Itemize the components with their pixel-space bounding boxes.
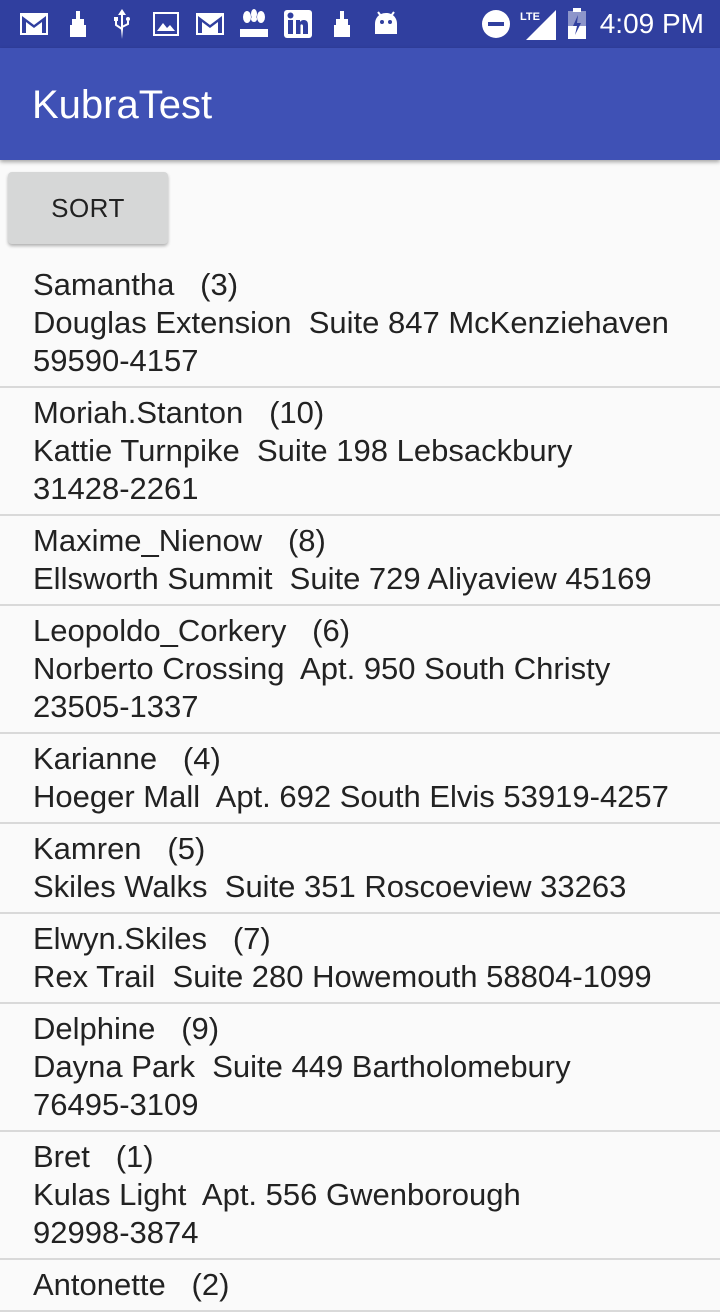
item-name: Antonette (2) [33, 1267, 230, 1302]
do-not-disturb-icon [480, 8, 512, 40]
item-zip: 59590-4157 [33, 343, 199, 378]
item-zip: 76495-3109 [33, 1087, 199, 1122]
list-item[interactable]: Leopoldo_Corkery (6) Norberto Crossing Ap… [0, 606, 720, 734]
item-name: Samantha (3) [33, 267, 239, 302]
item-address: Hoeger Mall Apt. 692 South Elvis 53919-4… [33, 779, 669, 814]
list-item[interactable]: Moriah.Stanton (10) Kattie Turnpike Suite… [0, 388, 720, 516]
item-zip: 31428-2261 [33, 471, 199, 506]
list-item[interactable]: Kamren (5) Skiles Walks Suite 351 Roscoev… [0, 824, 720, 914]
item-address: Kattie Turnpike Suite 198 Lebsackbury [33, 433, 573, 468]
item-address: Dayna Park Suite 449 Bartholomebury [33, 1049, 571, 1084]
item-name: Maxime_Nienow (8) [33, 523, 326, 558]
cleaner-icon [326, 8, 358, 40]
item-name: Leopoldo_Corkery (6) [33, 613, 351, 648]
system-icons: LTE 4:09 PM [480, 8, 704, 40]
item-name: Elwyn.Skiles (7) [33, 921, 271, 956]
battery-icon [566, 8, 588, 40]
nbc-news-icon [238, 8, 270, 40]
cleaner-icon [62, 8, 94, 40]
usb-icon [106, 8, 138, 40]
gmail-icon [194, 8, 226, 40]
item-name: Karianne (4) [33, 741, 221, 776]
linkedin-icon [282, 8, 314, 40]
sort-button[interactable]: SORT [8, 172, 168, 244]
item-zip: 23505-1337 [33, 689, 199, 724]
android-icon [370, 8, 402, 40]
clock: 4:09 PM [599, 8, 704, 39]
user-list[interactable]: Samantha (3) Douglas Extension Suite 847 … [0, 260, 720, 1312]
item-address: Skiles Walks Suite 351 Roscoeview 33263 [33, 869, 627, 904]
list-item[interactable]: Delphine (9) Dayna Park Suite 449 Barthol… [0, 1004, 720, 1132]
list-item[interactable]: Bret (1) Kulas Light Apt. 556 Gwenborough… [0, 1132, 720, 1260]
item-name: Moriah.Stanton (10) [33, 395, 325, 430]
list-item[interactable]: Maxime_Nienow (8) Ellsworth Summit Suite … [0, 516, 720, 606]
item-address: Douglas Extension Suite 847 McKenziehave… [33, 305, 669, 340]
gmail-icon [18, 8, 50, 40]
app-title: KubraTest [32, 83, 213, 127]
status-bar: LTE 4:09 PM [0, 0, 720, 48]
list-item[interactable]: Karianne (4) Hoeger Mall Apt. 692 South E… [0, 734, 720, 824]
list-item[interactable]: Elwyn.Skiles (7) Rex Trail Suite 280 Howe… [0, 914, 720, 1004]
notification-icons [18, 8, 414, 40]
item-name: Delphine (9) [33, 1011, 220, 1046]
item-name: Kamren (5) [33, 831, 206, 866]
item-zip: 92998-3874 [33, 1215, 199, 1250]
signal-icon: LTE [520, 8, 558, 40]
item-address: Kulas Light Apt. 556 Gwenborough [33, 1177, 521, 1212]
item-address: Rex Trail Suite 280 Howemouth 58804-1099 [33, 959, 652, 994]
app-bar: KubraTest [0, 48, 720, 160]
list-item[interactable]: Antonette (2) [0, 1260, 720, 1312]
item-address: Ellsworth Summit Suite 729 Aliyaview 451… [33, 561, 652, 596]
image-icon [150, 8, 182, 40]
list-item[interactable]: Samantha (3) Douglas Extension Suite 847 … [0, 260, 720, 388]
item-address: Norberto Crossing Apt. 950 South Christy [33, 651, 611, 686]
network-type: LTE [520, 11, 540, 23]
item-name: Bret (1) [33, 1139, 154, 1174]
